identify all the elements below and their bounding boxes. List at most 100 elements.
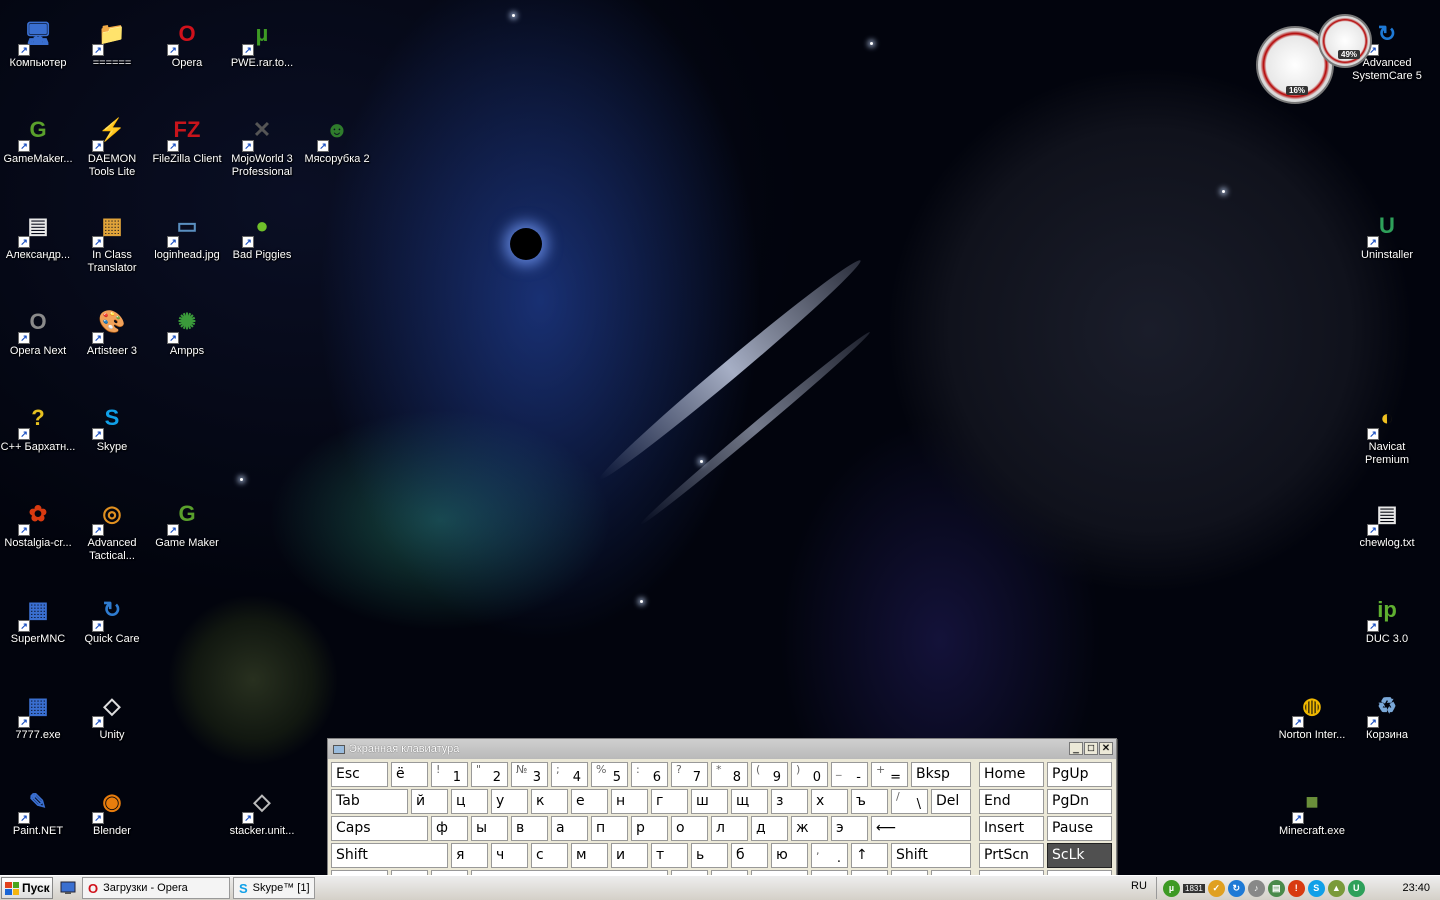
keyboard-key[interactable]: д	[751, 816, 788, 841]
norton-tray-icon[interactable]: ✓	[1207, 879, 1225, 897]
keyboard-key[interactable]: ; 4	[551, 762, 588, 787]
esc-key[interactable]: Esc	[331, 762, 388, 787]
keyboard-key[interactable]: % 5	[591, 762, 628, 787]
keyboard-key[interactable]: и	[611, 843, 648, 868]
utorrent-tray-icon[interactable]: µ	[1163, 879, 1180, 897]
desktop-icon[interactable]: U ↗ Uninstaller	[1349, 198, 1425, 288]
system-monitor-gadget[interactable]: 16% 49%	[1256, 14, 1386, 104]
keyboard-key[interactable]: + =	[871, 762, 908, 787]
security-alert-icon[interactable]: !	[1287, 879, 1305, 897]
desktop-icon[interactable]: ◍ ↗ Norton Inter...	[1274, 678, 1350, 768]
keyboard-key[interactable]: * 8	[711, 762, 748, 787]
keyboard-key[interactable]: ! 1	[431, 762, 468, 787]
keyboard-key[interactable]: о	[671, 816, 708, 841]
desktop-icon[interactable]: ip ↗ DUC 3.0	[1349, 582, 1425, 672]
keyboard-key[interactable]: н	[611, 789, 648, 814]
end-key[interactable]: End	[979, 789, 1044, 814]
keyboard-key[interactable]: ф	[431, 816, 468, 841]
keyboard-key[interactable]: й	[411, 789, 448, 814]
desktop-icon[interactable]: FZ ↗ FileZilla Client	[149, 102, 225, 192]
keyboard-key[interactable]: ё	[391, 762, 428, 787]
keyboard-key[interactable]: п	[591, 816, 628, 841]
keyboard-key[interactable]: / \	[891, 789, 928, 814]
uninstaller-tray-icon[interactable]: U	[1347, 879, 1365, 897]
desktop-icon[interactable]: ? ↗ C++ Бархатн...	[0, 390, 76, 480]
keyboard-key[interactable]: № 3	[511, 762, 548, 787]
backspace-key[interactable]: Bksp	[911, 762, 971, 787]
desktop-icon[interactable]: ▭ ↗ loginhead.jpg	[149, 198, 225, 288]
desktop-icon[interactable]: ✿ ↗ Nostalgia-cr...	[0, 486, 76, 576]
start-button[interactable]: Пуск	[1, 877, 53, 899]
osk-title-bar[interactable]: Экранная клавиатура _ □ ✕	[328, 739, 1116, 759]
keyboard-key[interactable]: ж	[791, 816, 828, 841]
shift-key[interactable]: Shift	[331, 843, 448, 868]
desktop-icon[interactable]: ● ↗ Bad Piggies	[224, 198, 300, 288]
keyboard-key[interactable]: г	[651, 789, 688, 814]
keyboard-key[interactable]: л	[711, 816, 748, 841]
desktop-icon[interactable]: O ↗ Opera Next	[0, 294, 76, 384]
desktop-icon[interactable]: O ↗ Opera	[149, 6, 225, 96]
keyboard-key[interactable]: э	[831, 816, 868, 841]
desktop-icon[interactable]: ▦ ↗ 7777.exe	[0, 678, 76, 768]
desktop-icon[interactable]: ✕ ↗ MojoWorld 3 Professional	[224, 102, 300, 192]
keyboard-key[interactable]: ы	[471, 816, 508, 841]
home-key[interactable]: Home	[979, 762, 1044, 787]
task-opera-downloads[interactable]: O Загрузки - Opera	[82, 877, 230, 899]
keyboard-key[interactable]: с	[531, 843, 568, 868]
skype-tray-icon[interactable]: S	[1307, 879, 1325, 897]
desktop-icon[interactable]: µ ↗ PWE.rar.to...	[224, 6, 300, 96]
keyboard-key[interactable]: е	[571, 789, 608, 814]
desktop-icon[interactable]: ◐ ↗ Navicat Premium	[1349, 390, 1425, 480]
desktop-icon[interactable]: ◉ ↗ Blender	[74, 774, 150, 864]
keyboard-key[interactable]: _ -	[831, 762, 868, 787]
desktop-icon[interactable]: ⚡ ↗ DAEMON Tools Lite	[74, 102, 150, 192]
desktop-icon[interactable]: ↻ ↗ Quick Care	[74, 582, 150, 672]
clock[interactable]: 23:40	[1402, 882, 1430, 894]
keyboard-key[interactable]: р	[631, 816, 668, 841]
keyboard-key[interactable]: а	[551, 816, 588, 841]
delete-key[interactable]: Del	[931, 789, 971, 814]
scroll-lock-key[interactable]: ScLk	[1047, 843, 1112, 868]
systemcare-tray-icon[interactable]: ↻	[1227, 879, 1245, 897]
language-indicator[interactable]: RU	[1124, 880, 1154, 892]
tray-badge[interactable]: 1831	[1183, 883, 1205, 893]
minimize-button[interactable]: _	[1069, 742, 1083, 755]
keyboard-key[interactable]: у	[491, 789, 528, 814]
page-down-key[interactable]: PgDn	[1047, 789, 1112, 814]
print-screen-key[interactable]: PrtScn	[979, 843, 1044, 868]
keyboard-key[interactable]: з	[771, 789, 808, 814]
keyboard-key[interactable]: х	[811, 789, 848, 814]
insert-key[interactable]: Insert	[979, 816, 1044, 841]
pause-key[interactable]: Pause	[1047, 816, 1112, 841]
keyboard-key[interactable]: т	[651, 843, 688, 868]
desktop-icon[interactable]: ☻ ↗ Мясорубка 2	[299, 102, 375, 192]
desktop-icon[interactable]: G ↗ GameMaker...	[0, 102, 76, 192]
desktop-icon[interactable]: 📁 ↗ ======	[74, 6, 150, 96]
desktop-icon[interactable]: ✺ ↗ Ampps	[149, 294, 225, 384]
keyboard-key[interactable]: " 2	[471, 762, 508, 787]
arrow-up-key[interactable]: ↑	[851, 843, 888, 868]
tab-key[interactable]: Tab	[331, 789, 408, 814]
keyboard-key[interactable]: ю	[771, 843, 808, 868]
close-button[interactable]: ✕	[1099, 742, 1113, 755]
task-skype[interactable]: S Skype™ [1]	[233, 877, 315, 899]
keyboard-key[interactable]: щ	[731, 789, 768, 814]
desktop-icon[interactable]: ✎ ↗ Paint.NET	[0, 774, 76, 864]
keyboard-key[interactable]: ъ	[851, 789, 888, 814]
keyboard-key[interactable]: ш	[691, 789, 728, 814]
desktop-icon[interactable]: ■ ↗ Minecraft.exe	[1274, 774, 1350, 864]
desktop-icon[interactable]: ♻ ↗ Корзина	[1349, 678, 1425, 768]
keyboard-key[interactable]: ч	[491, 843, 528, 868]
maximize-button[interactable]: □	[1084, 742, 1098, 755]
desktop-icon[interactable]: ▦ ↗ In Class Translator	[74, 198, 150, 288]
keyboard-key[interactable]: я	[451, 843, 488, 868]
keyboard-key[interactable]: в	[511, 816, 548, 841]
desktop-icon[interactable]: G ↗ Game Maker	[149, 486, 225, 576]
keyboard-key[interactable]: к	[531, 789, 568, 814]
keyboard-key[interactable]: ,.	[811, 843, 848, 868]
keyboard-key[interactable]: ) 0	[791, 762, 828, 787]
keyboard-key[interactable]: (9	[751, 762, 788, 787]
desktop-icon[interactable]: ◎ ↗ Advanced Tactical...	[74, 486, 150, 576]
shift-key[interactable]: Shift	[891, 843, 971, 868]
keyboard-key[interactable]: ь	[691, 843, 728, 868]
